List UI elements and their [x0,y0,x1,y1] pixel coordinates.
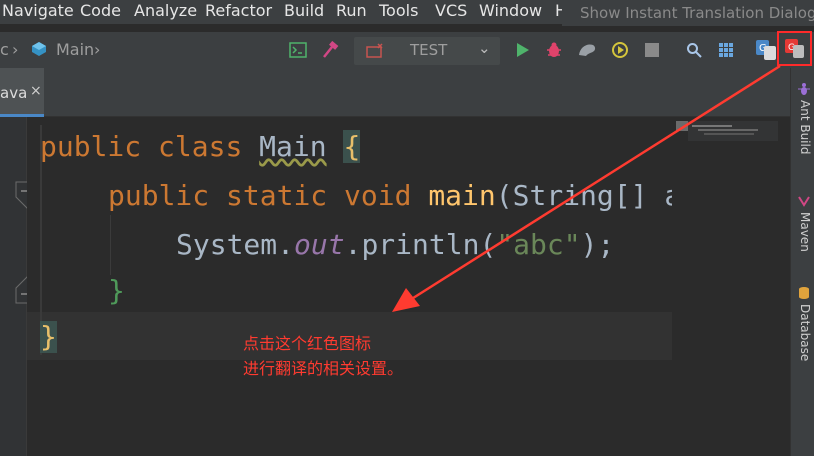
annotation-text-line1: 点击这个红色图标 [243,334,372,353]
annotation-text-line2: 进行翻译的相关设置。 [243,359,404,378]
annotation-arrow [392,64,781,312]
